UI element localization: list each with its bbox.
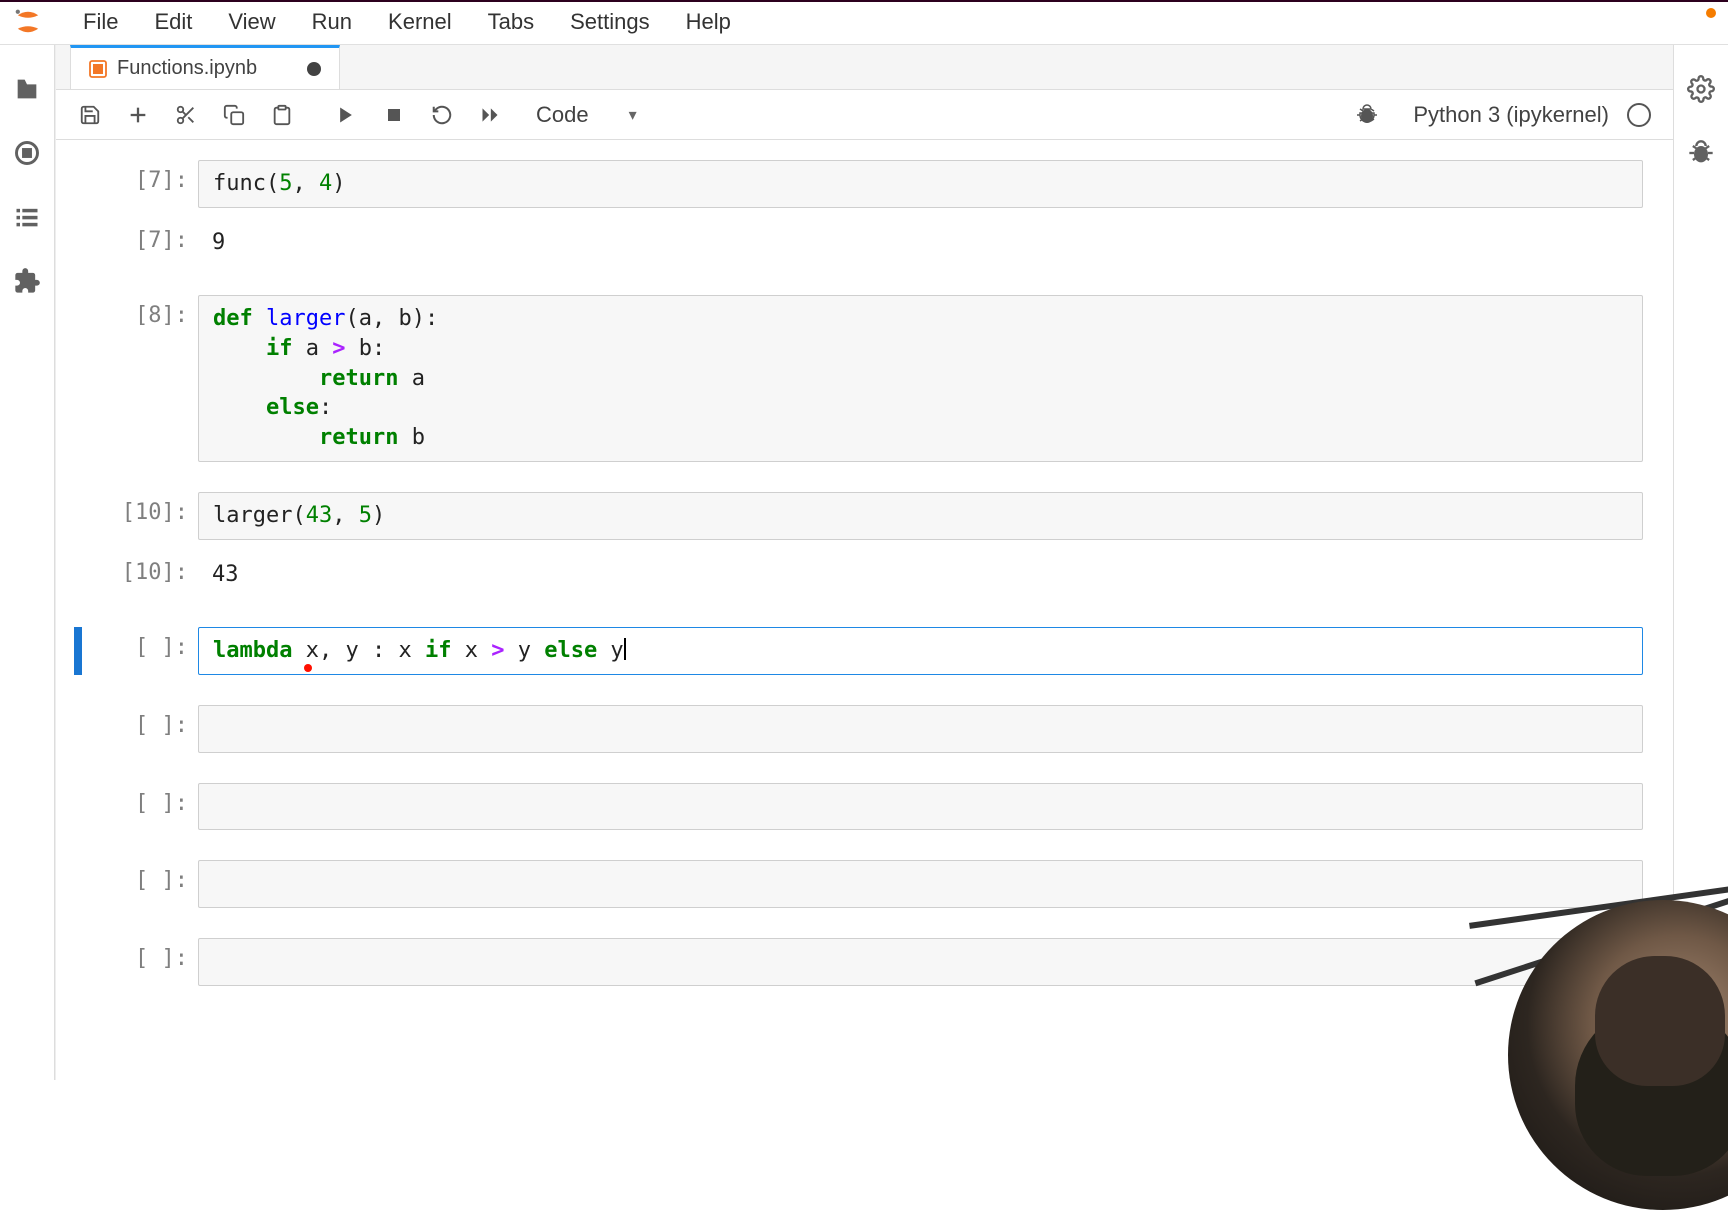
copy-button[interactable] xyxy=(212,96,256,134)
cell-editor[interactable] xyxy=(198,938,1643,986)
menu-view[interactable]: View xyxy=(210,3,293,41)
restart-button[interactable] xyxy=(420,96,464,134)
running-icon[interactable] xyxy=(7,133,47,173)
stop-button[interactable] xyxy=(372,96,416,134)
output-cell: [10]: 43 xyxy=(74,552,1643,598)
tab-functions-notebook[interactable]: Functions.ipynb xyxy=(70,45,340,89)
code-cell[interactable]: [7]: func(5, 4) xyxy=(74,160,1643,208)
cell-editor[interactable]: larger(43, 5) xyxy=(198,492,1643,540)
center-panel: Functions.ipynb xyxy=(55,45,1673,1080)
code-cell[interactable]: [ ]: xyxy=(74,783,1643,831)
cell-output-text: 43 xyxy=(198,552,1643,598)
debugger-button[interactable] xyxy=(1345,96,1389,134)
tab-title: Functions.ipynb xyxy=(117,57,257,80)
cell-type-select[interactable]: Code ▾ xyxy=(524,98,649,132)
menu-help[interactable]: Help xyxy=(668,3,749,41)
code-cell[interactable]: [ ]: xyxy=(74,938,1643,986)
tab-bar: Functions.ipynb xyxy=(56,45,1673,90)
chevron-down-icon: ▾ xyxy=(629,105,637,125)
run-all-button[interactable] xyxy=(468,96,512,134)
code-cell-active[interactable]: [ ]: lambda x, y : x if x > y else y xyxy=(74,627,1643,675)
cell-prompt: [ ]: xyxy=(88,783,198,816)
kernel-status-icon[interactable] xyxy=(1627,103,1651,127)
add-cell-button[interactable] xyxy=(116,96,160,134)
notebook-toolbar: Code ▾ Python 3 (ipykernel) xyxy=(56,90,1673,140)
menubar: File Edit View Run Kernel Tabs Settings … xyxy=(0,0,1728,45)
code-cell[interactable]: [ ]: xyxy=(74,860,1643,908)
cut-button[interactable] xyxy=(164,96,208,134)
cell-prompt: [ ]: xyxy=(88,860,198,893)
notebook-body[interactable]: [7]: func(5, 4) [7]: 9 [8]: def larger(a… xyxy=(56,140,1673,1080)
kernel-name[interactable]: Python 3 (ipykernel) xyxy=(1413,102,1609,128)
folder-icon[interactable] xyxy=(7,69,47,109)
cell-editor[interactable]: func(5, 4) xyxy=(198,160,1643,208)
paste-button[interactable] xyxy=(260,96,304,134)
save-button[interactable] xyxy=(68,96,112,134)
output-cell: [7]: 9 xyxy=(74,220,1643,266)
cell-editor[interactable] xyxy=(198,705,1643,753)
cell-prompt: [ ]: xyxy=(88,705,198,738)
extensions-icon[interactable] xyxy=(7,261,47,301)
tab-dirty-indicator-icon xyxy=(307,62,321,76)
menu-tabs[interactable]: Tabs xyxy=(470,3,552,41)
cell-output-text: 9 xyxy=(198,220,1643,266)
property-inspector-icon[interactable] xyxy=(1681,69,1721,109)
notebook-icon xyxy=(89,60,107,78)
cell-editor[interactable] xyxy=(198,783,1643,831)
cell-type-label: Code xyxy=(536,102,589,128)
notification-dot-icon xyxy=(1706,8,1716,18)
toc-icon[interactable] xyxy=(7,197,47,237)
cell-prompt: [10]: xyxy=(88,492,198,525)
menu-file[interactable]: File xyxy=(65,3,136,41)
code-cell[interactable]: [10]: larger(43, 5) xyxy=(74,492,1643,540)
cell-editor[interactable] xyxy=(198,860,1643,908)
cell-editor[interactable]: lambda x, y : x if x > y else y xyxy=(198,627,1643,675)
run-button[interactable] xyxy=(324,96,368,134)
cell-prompt: [7]: xyxy=(88,160,198,193)
jupyter-logo-icon xyxy=(10,5,45,40)
cell-editor[interactable]: def larger(a, b): if a > b: return a els… xyxy=(198,295,1643,461)
cell-prompt: [7]: xyxy=(88,220,198,253)
cell-prompt: [10]: xyxy=(88,552,198,585)
menu-run[interactable]: Run xyxy=(294,3,370,41)
cell-prompt: [8]: xyxy=(88,295,198,328)
debugger-panel-icon[interactable] xyxy=(1681,133,1721,173)
menu-kernel[interactable]: Kernel xyxy=(370,3,470,41)
cell-prompt: [ ]: xyxy=(88,627,198,660)
left-sidebar xyxy=(0,45,55,1080)
cell-prompt: [ ]: xyxy=(88,938,198,971)
menu-settings[interactable]: Settings xyxy=(552,3,668,41)
menu-edit[interactable]: Edit xyxy=(136,3,210,41)
code-cell[interactable]: [8]: def larger(a, b): if a > b: return … xyxy=(74,295,1643,461)
code-cell[interactable]: [ ]: xyxy=(74,705,1643,753)
